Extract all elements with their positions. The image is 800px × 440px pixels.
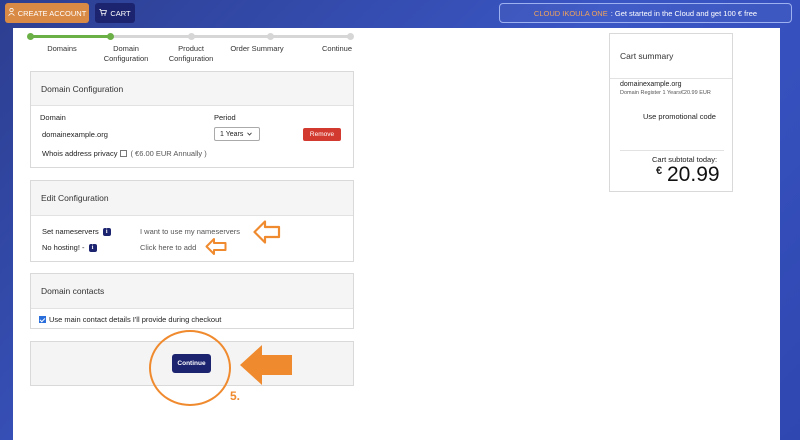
step-label-domains[interactable]: Domains [40, 44, 84, 54]
nameservers-link[interactable]: I want to use my nameservers [140, 227, 240, 236]
arrow-left-icon [240, 345, 292, 385]
chevron-down-icon [247, 131, 253, 138]
info-icon[interactable]: i [88, 243, 97, 252]
domain-column-header: Domain [40, 113, 66, 122]
domain-name: domainexample.org [42, 130, 108, 139]
nameservers-label: Set nameservers [42, 227, 99, 236]
cart-item-domain: domainexample.org [620, 81, 682, 88]
step-dot-domain-configuration [107, 33, 114, 40]
step-number-annotation: 5. [230, 389, 241, 403]
promo-text: : Get started in the Cloud and get 100 €… [610, 8, 758, 18]
info-icon[interactable]: i [102, 227, 111, 236]
arrow-left-icon [205, 238, 227, 255]
step-dot-continue [347, 33, 354, 40]
edit-configuration-title: Edit Configuration [31, 181, 353, 216]
hosting-row: No hosting! - i [42, 243, 97, 252]
cart-label: CART [110, 8, 131, 18]
remove-button[interactable]: Remove [303, 128, 341, 141]
promo-brand: CLOUD IKOULA ONE [533, 8, 608, 18]
contact-details-row: Use main contact details I'll provide du… [39, 315, 221, 324]
cart-item-detail: Domain Register 1 Years€20.99 EUR [620, 90, 711, 96]
cart-button[interactable]: CART [95, 3, 135, 23]
progress-fill [30, 35, 110, 38]
promo-code-link[interactable]: Use promotional code [643, 112, 716, 121]
nameservers-row: Set nameservers i [42, 227, 111, 236]
add-hosting-link[interactable]: Click here to add [140, 243, 196, 252]
domain-contacts-title: Domain contacts [31, 274, 353, 309]
step-label-domain-configuration[interactable]: Domain Configuration [98, 44, 154, 64]
top-bar: CREATE ACCOUNT CART CLOUD IKOULA ONE : G… [0, 0, 800, 26]
step-dot-order-summary [267, 33, 274, 40]
subtotal-amount: 20.99 [667, 163, 720, 186]
whois-label: Whois address privacy [42, 149, 118, 158]
step-label-product-configuration: Product Configuration [168, 44, 214, 63]
highlight-circle [149, 330, 231, 406]
whois-privacy-checkbox[interactable] [120, 150, 128, 157]
currency-symbol: € [656, 165, 663, 177]
step-label-continue: Continue [321, 44, 353, 53]
use-main-contact-label: Use main contact details I'll provide du… [49, 315, 222, 324]
use-main-contact-checkbox[interactable] [39, 316, 46, 323]
user-icon [7, 7, 15, 18]
whois-price: ( €6.00 EUR Annually ) [130, 149, 207, 158]
domain-configuration-title: Domain Configuration [31, 72, 353, 106]
cart-icon [99, 8, 108, 18]
period-select-value: 1 Years [220, 130, 244, 138]
cart-divider [620, 150, 724, 151]
step-dot-product-configuration [188, 33, 195, 40]
arrow-left-icon [253, 220, 281, 244]
period-select[interactable]: 1 Years [214, 127, 260, 141]
cart-summary-title: Cart summary [610, 34, 732, 79]
promo-banner[interactable]: CLOUD IKOULA ONE : Get started in the Cl… [499, 3, 792, 23]
step-label-order-summary: Order Summary [230, 44, 284, 53]
create-account-label: CREATE ACCOUNT [17, 8, 87, 18]
step-dot-domains [27, 33, 34, 40]
hosting-label: No hosting! - [42, 243, 85, 252]
period-column-header: Period [214, 113, 236, 122]
whois-row: Whois address privacy ( €6.00 EUR Annual… [42, 149, 207, 158]
create-account-button[interactable]: CREATE ACCOUNT [5, 3, 89, 23]
